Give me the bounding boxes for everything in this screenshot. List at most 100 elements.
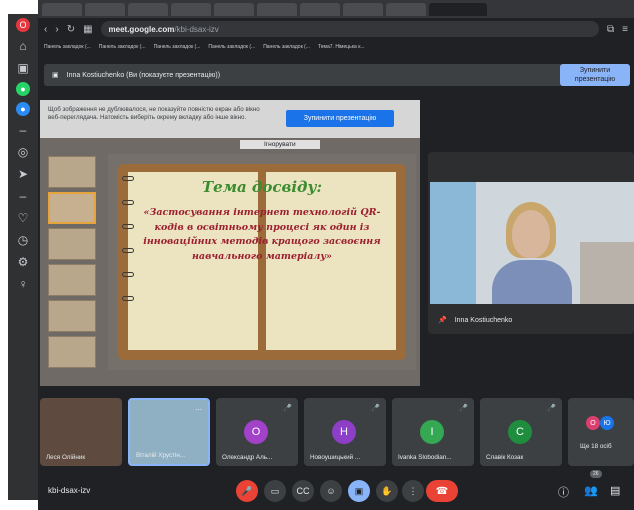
pin-icon[interactable]: 📌 bbox=[438, 316, 447, 324]
avatar: Ю bbox=[600, 416, 614, 430]
raise-hand-button[interactable]: ✋ bbox=[376, 480, 398, 502]
presentation-bar: ▣ Inna Kostiuchenko (Ви (показуєте презе… bbox=[44, 64, 630, 86]
participant-tile[interactable]: 🎤 С Славік Козак bbox=[480, 398, 562, 466]
bookmark-item[interactable]: Панель закладок (... bbox=[44, 44, 91, 50]
tab[interactable] bbox=[128, 2, 168, 16]
emoji-button[interactable]: ☺ bbox=[320, 480, 342, 502]
tab-strip bbox=[38, 0, 634, 18]
divider-icon: – bbox=[19, 189, 27, 203]
tab[interactable] bbox=[171, 2, 211, 16]
more-participants-tile[interactable]: О Ю Ще 18 осіб bbox=[568, 398, 634, 466]
forward-icon[interactable]: › bbox=[55, 24, 58, 35]
store-icon[interactable]: ▣ bbox=[15, 60, 31, 76]
mic-off-icon: 🎤 bbox=[371, 405, 380, 412]
slide-thumbnails bbox=[48, 156, 96, 368]
slide-thumbnail[interactable] bbox=[48, 300, 96, 332]
settings-icon[interactable]: ⚙ bbox=[15, 254, 31, 270]
url-host: meet.google.com bbox=[108, 24, 175, 34]
stop-presenting-button[interactable]: Зупинити презентацію bbox=[560, 64, 630, 86]
messenger-icon[interactable]: ● bbox=[16, 102, 30, 116]
presentation-slide: Тема досвіду: «Застосування інтернет тех… bbox=[108, 154, 416, 370]
info-icon[interactable]: ⓘ bbox=[558, 484, 569, 500]
tab-active-meet[interactable] bbox=[429, 2, 487, 16]
menu-icon[interactable]: ≡ bbox=[622, 24, 628, 35]
more-options-icon[interactable]: ⋯ bbox=[195, 406, 202, 414]
tab[interactable] bbox=[300, 2, 340, 16]
duplicate-warning: Щоб зображення не дублювалося, не показу… bbox=[40, 100, 420, 138]
camera-button[interactable]: ▭ bbox=[264, 480, 286, 502]
chat-icon[interactable]: ▤ bbox=[610, 484, 620, 497]
tab[interactable] bbox=[343, 2, 383, 16]
mic-off-icon: 🎤 bbox=[459, 405, 468, 412]
bookmarks-bar: Панель закладок (... Панель закладок (..… bbox=[38, 40, 634, 54]
bulb-icon[interactable]: ♀ bbox=[15, 276, 31, 292]
avatar: I bbox=[420, 420, 444, 444]
avatar: О bbox=[586, 416, 600, 430]
browser-side-rail: O ⌂ ▣ ● ● – ◎ ➤ – ♡ ◷ ⚙ ♀ bbox=[8, 14, 38, 500]
send-icon[interactable]: ➤ bbox=[15, 166, 31, 182]
bookmark-item[interactable]: Тема7. Німецька к... bbox=[318, 44, 365, 50]
ignore-button[interactable]: Ігнорувати bbox=[240, 140, 320, 149]
reload-icon[interactable]: ↻ bbox=[67, 24, 75, 35]
tab[interactable] bbox=[85, 2, 125, 16]
slide-thumbnail[interactable] bbox=[48, 264, 96, 296]
shared-screen: Щоб зображення не дублювалося, не показу… bbox=[40, 100, 420, 386]
speaker-name-label: 📌 Inna Kostiuchenko bbox=[438, 316, 513, 325]
tab[interactable] bbox=[386, 2, 426, 16]
slide-thumbnail[interactable] bbox=[48, 228, 96, 260]
speaker-video bbox=[430, 182, 634, 304]
address-row: ‹ › ↻ ▦ meet.google.com/kbi-dsax-izv ⧉ ≡ bbox=[38, 18, 634, 40]
avatar: С bbox=[508, 420, 532, 444]
tab[interactable] bbox=[257, 2, 297, 16]
bookmark-item[interactable]: Панель закладок (... bbox=[208, 44, 255, 50]
participant-tile[interactable]: 🎤 I Ivanka Slobodian... bbox=[392, 398, 474, 466]
participant-tile[interactable]: 🎤 Н Новоушицький ... bbox=[304, 398, 386, 466]
participant-tile[interactable]: 🎤 О Олександр Аль... bbox=[216, 398, 298, 466]
grid-icon[interactable]: ▦ bbox=[83, 24, 92, 35]
back-icon[interactable]: ‹ bbox=[44, 24, 47, 35]
slide-thumbnail-selected[interactable] bbox=[48, 192, 96, 224]
url-path: /kbi-dsax-izv bbox=[174, 24, 219, 34]
captions-button[interactable]: CC bbox=[292, 480, 314, 502]
tab[interactable] bbox=[42, 2, 82, 16]
slide-thumbnail[interactable] bbox=[48, 156, 96, 188]
bookmark-item[interactable]: Панель закладок (... bbox=[99, 44, 146, 50]
participant-strip: Леся Олійник ⋯ Віталій Хрустін... 🎤 О Ол… bbox=[40, 398, 634, 468]
speaker-tile[interactable]: 📌 Inna Kostiuchenko bbox=[428, 152, 634, 334]
history-icon[interactable]: ◷ bbox=[15, 232, 31, 248]
address-bar[interactable]: meet.google.com/kbi-dsax-izv bbox=[100, 21, 600, 37]
participant-tile[interactable]: ⋯ Віталій Хрустін... bbox=[128, 398, 210, 466]
participant-name: Ivanka Slobodian... bbox=[398, 454, 452, 461]
opera-logo-icon[interactable]: O bbox=[16, 18, 30, 32]
screen: O ⌂ ▣ ● ● – ◎ ➤ – ♡ ◷ ⚙ ♀ ‹ › ↻ ▦ meet.g… bbox=[0, 0, 634, 510]
warning-text: Щоб зображення не дублювалося, не показу… bbox=[48, 106, 260, 121]
whatsapp-icon[interactable]: ● bbox=[16, 82, 30, 96]
bookmark-item[interactable]: Панель закладок (... bbox=[154, 44, 201, 50]
slide-text: «Застосування інтернет технологій QR-код… bbox=[143, 207, 381, 262]
mic-off-button[interactable]: 🎤 bbox=[236, 480, 258, 502]
end-call-button[interactable]: ☎ bbox=[426, 480, 458, 502]
book-graphic: Тема досвіду: «Застосування інтернет тех… bbox=[118, 164, 406, 360]
participant-tile[interactable]: Леся Олійник bbox=[40, 398, 122, 466]
mic-off-icon: 🎤 bbox=[283, 405, 292, 412]
people-icon[interactable]: 👥 bbox=[584, 484, 598, 497]
home-icon[interactable]: ⌂ bbox=[15, 38, 31, 54]
participant-name: Віталій Хрустін... bbox=[136, 452, 186, 459]
tab[interactable] bbox=[214, 2, 254, 16]
stop-presentation-button[interactable]: Зупинити презентацію bbox=[286, 110, 394, 127]
bookmark-item[interactable]: Панель закладок (... bbox=[263, 44, 310, 50]
presentation-status: Inna Kostiuchenko (Ви (показуєте презент… bbox=[66, 71, 221, 79]
browser-window: ‹ › ↻ ▦ meet.google.com/kbi-dsax-izv ⧉ ≡… bbox=[38, 0, 634, 510]
heart-icon[interactable]: ♡ bbox=[15, 210, 31, 226]
present-button[interactable]: ▣ bbox=[348, 480, 370, 502]
avatar: О bbox=[244, 420, 268, 444]
camera-icon[interactable]: ◎ bbox=[15, 144, 31, 160]
mic-off-icon: 🎤 bbox=[547, 405, 556, 412]
speaker-name: Inna Kostiuchenko bbox=[454, 316, 513, 324]
slide-thumbnail[interactable] bbox=[48, 336, 96, 368]
people-count-badge: 26 bbox=[590, 470, 602, 478]
extensions-icon[interactable]: ⧉ bbox=[607, 24, 614, 35]
slide-title: Тема досвіду: bbox=[202, 178, 322, 196]
participant-name: Леся Олійник bbox=[46, 454, 86, 461]
more-options-button[interactable]: ⋮ bbox=[402, 480, 424, 502]
